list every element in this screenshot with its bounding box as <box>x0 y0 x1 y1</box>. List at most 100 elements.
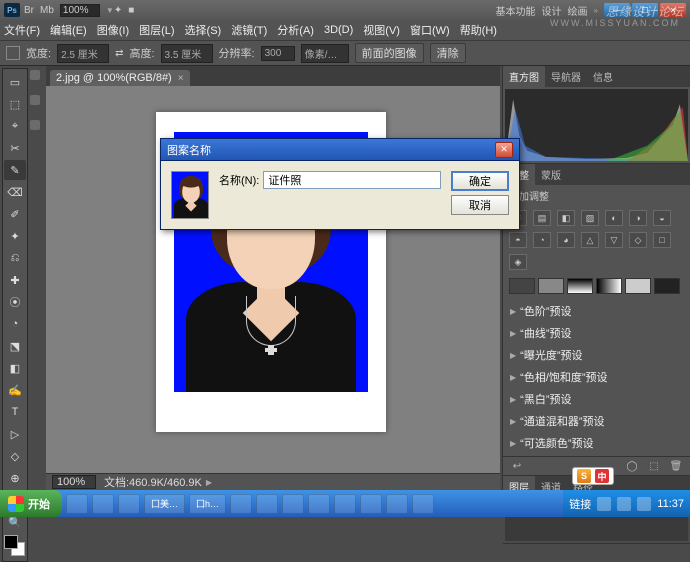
zoom-dropdown-icon[interactable]: ▼ <box>106 6 114 15</box>
status-zoom-field[interactable]: 100% <box>52 475 96 489</box>
tab-histogram[interactable]: 直方图 <box>503 66 545 87</box>
opt-front-image-button[interactable]: 前面的图像 <box>355 43 424 63</box>
tool-crop[interactable]: ✎ <box>4 160 26 180</box>
adj-hue-icon[interactable]: ◑ <box>629 210 647 226</box>
tray-links-label[interactable]: 链接 <box>569 496 591 512</box>
tool-gradient[interactable]: ◔ <box>4 314 26 334</box>
minibridge-button[interactable]: Mb <box>40 5 54 16</box>
menu-view[interactable]: 视图(V) <box>363 22 400 38</box>
grad-swatch[interactable] <box>509 278 535 294</box>
workspace-more-icon[interactable]: » <box>594 6 598 15</box>
preset-bw[interactable]: ▶“黑白”预设 <box>507 388 686 410</box>
adj-colorbal-icon[interactable]: ◒ <box>653 210 671 226</box>
preset-levels[interactable]: ▶“色阶”预设 <box>507 300 686 322</box>
taskbar-app[interactable] <box>360 494 382 514</box>
dialog-titlebar[interactable]: 图案名称 ✕ <box>161 139 519 161</box>
document-tab[interactable]: 2.jpg @ 100%(RGB/8#) × <box>50 70 190 86</box>
taskbar-app[interactable]: 囗美… <box>144 494 185 514</box>
tray-icon[interactable] <box>637 497 651 511</box>
tray-clock[interactable]: 11:37 <box>657 498 684 510</box>
adj-bw-icon[interactable]: ◓ <box>509 232 527 248</box>
tool-dodge[interactable]: ◧ <box>4 358 26 378</box>
tool-type[interactable]: T <box>4 402 26 422</box>
menu-select[interactable]: 选择(S) <box>185 22 222 38</box>
tab-navigator[interactable]: 导航器 <box>545 66 587 87</box>
tool-eyedropper[interactable]: ⌫ <box>4 182 26 202</box>
tool-3d[interactable]: ⊕ <box>4 468 26 488</box>
foreground-color-swatch[interactable] <box>4 535 18 549</box>
menu-filter[interactable]: 滤镜(T) <box>231 22 267 38</box>
menu-layer[interactable]: 图层(L) <box>139 22 174 38</box>
adj-gradmap-icon[interactable]: □ <box>653 232 671 248</box>
adj-selcolor-icon[interactable]: ◈ <box>509 254 527 270</box>
tool-history[interactable]: ✚ <box>4 270 26 290</box>
tool-shape[interactable]: ◇ <box>4 446 26 466</box>
swap-dimensions-icon[interactable]: ⇄ <box>115 48 123 59</box>
tab-info[interactable]: 信息 <box>587 66 619 87</box>
taskbar-app[interactable]: 囗h… <box>189 494 226 514</box>
tool-marquee[interactable]: ⬚ <box>4 94 26 114</box>
grad-swatch[interactable] <box>538 278 564 294</box>
menu-3d[interactable]: 3D(D) <box>324 24 353 36</box>
tool-pen[interactable]: ✍ <box>4 380 26 400</box>
preset-selcolor[interactable]: ▶“可选颜色”预设 <box>507 432 686 454</box>
tray-icon[interactable] <box>617 497 631 511</box>
adj-chmix-icon[interactable]: ◕ <box>557 232 575 248</box>
adj-exposure-icon[interactable]: ▨ <box>581 210 599 226</box>
preset-exposure[interactable]: ▶“曝光度”预设 <box>507 344 686 366</box>
collapsed-panel-icon[interactable] <box>30 70 40 80</box>
preset-curves[interactable]: ▶“曲线”预设 <box>507 322 686 344</box>
tool-eraser[interactable]: ⦿ <box>4 292 26 312</box>
dialog-cancel-button[interactable]: 取消 <box>451 195 509 215</box>
menu-window[interactable]: 窗口(W) <box>410 22 450 38</box>
footer-new-icon[interactable]: ⬚ <box>646 459 662 473</box>
tool-brush[interactable]: ✦ <box>4 226 26 246</box>
workspace-design[interactable]: 设计 <box>542 3 562 18</box>
screen-mode-icon[interactable]: ■ <box>128 5 134 16</box>
taskbar-app[interactable] <box>386 494 408 514</box>
taskbar-app[interactable] <box>92 494 114 514</box>
taskbar-app[interactable] <box>230 494 252 514</box>
opt-clear-button[interactable]: 清除 <box>430 43 466 63</box>
taskbar-app[interactable] <box>66 494 88 514</box>
workspace-paint[interactable]: 绘画 <box>568 3 588 18</box>
menu-image[interactable]: 图像(I) <box>97 22 129 38</box>
opt-width-field[interactable]: 2.5 厘米 <box>57 44 109 63</box>
grad-swatch[interactable] <box>654 278 680 294</box>
taskbar-app[interactable] <box>256 494 278 514</box>
taskbar-app[interactable] <box>412 494 434 514</box>
preset-chmix[interactable]: ▶“通道混和器”预设 <box>507 410 686 432</box>
zoom-field[interactable]: 100% <box>60 4 100 17</box>
tool-heal[interactable]: ✐ <box>4 204 26 224</box>
tool-lasso[interactable]: ⌖ <box>4 116 26 136</box>
tool-blur[interactable]: ⬔ <box>4 336 26 356</box>
collapsed-panel-icon[interactable] <box>30 120 40 130</box>
ime-cn-icon[interactable]: 中 <box>595 469 609 483</box>
tool-stamp[interactable]: ⎌ <box>4 248 26 268</box>
adj-thresh-icon[interactable]: ◇ <box>629 232 647 248</box>
tool-quickselect[interactable]: ✂ <box>4 138 26 158</box>
collapsed-panel-icon[interactable] <box>30 95 40 105</box>
menu-analysis[interactable]: 分析(A) <box>277 22 314 38</box>
opt-height-field[interactable]: 3.5 厘米 <box>161 44 213 63</box>
dialog-ok-button[interactable]: 确定 <box>451 171 509 191</box>
footer-reset-icon[interactable]: ↩ <box>509 459 525 473</box>
sogou-icon[interactable]: S <box>577 469 591 483</box>
grad-swatch[interactable] <box>567 278 593 294</box>
menu-file[interactable]: 文件(F) <box>4 22 40 38</box>
opt-res-unit[interactable]: 像素/… <box>301 44 349 63</box>
taskbar-app[interactable] <box>118 494 140 514</box>
ime-indicator[interactable]: S 中 <box>572 467 614 485</box>
tab-masks[interactable]: 蒙版 <box>535 164 567 185</box>
tool-move[interactable]: ▭ <box>4 72 26 92</box>
adj-invert-icon[interactable]: △ <box>581 232 599 248</box>
start-button[interactable]: 开始 <box>0 490 62 517</box>
menu-help[interactable]: 帮助(H) <box>460 22 497 38</box>
tool-path[interactable]: ▷ <box>4 424 26 444</box>
grad-swatch[interactable] <box>596 278 622 294</box>
dialog-name-input[interactable] <box>263 171 441 189</box>
dialog-close-button[interactable]: ✕ <box>495 142 513 158</box>
footer-trash-icon[interactable]: 🗑 <box>668 459 684 473</box>
tray-icon[interactable] <box>597 497 611 511</box>
taskbar-app[interactable] <box>334 494 356 514</box>
